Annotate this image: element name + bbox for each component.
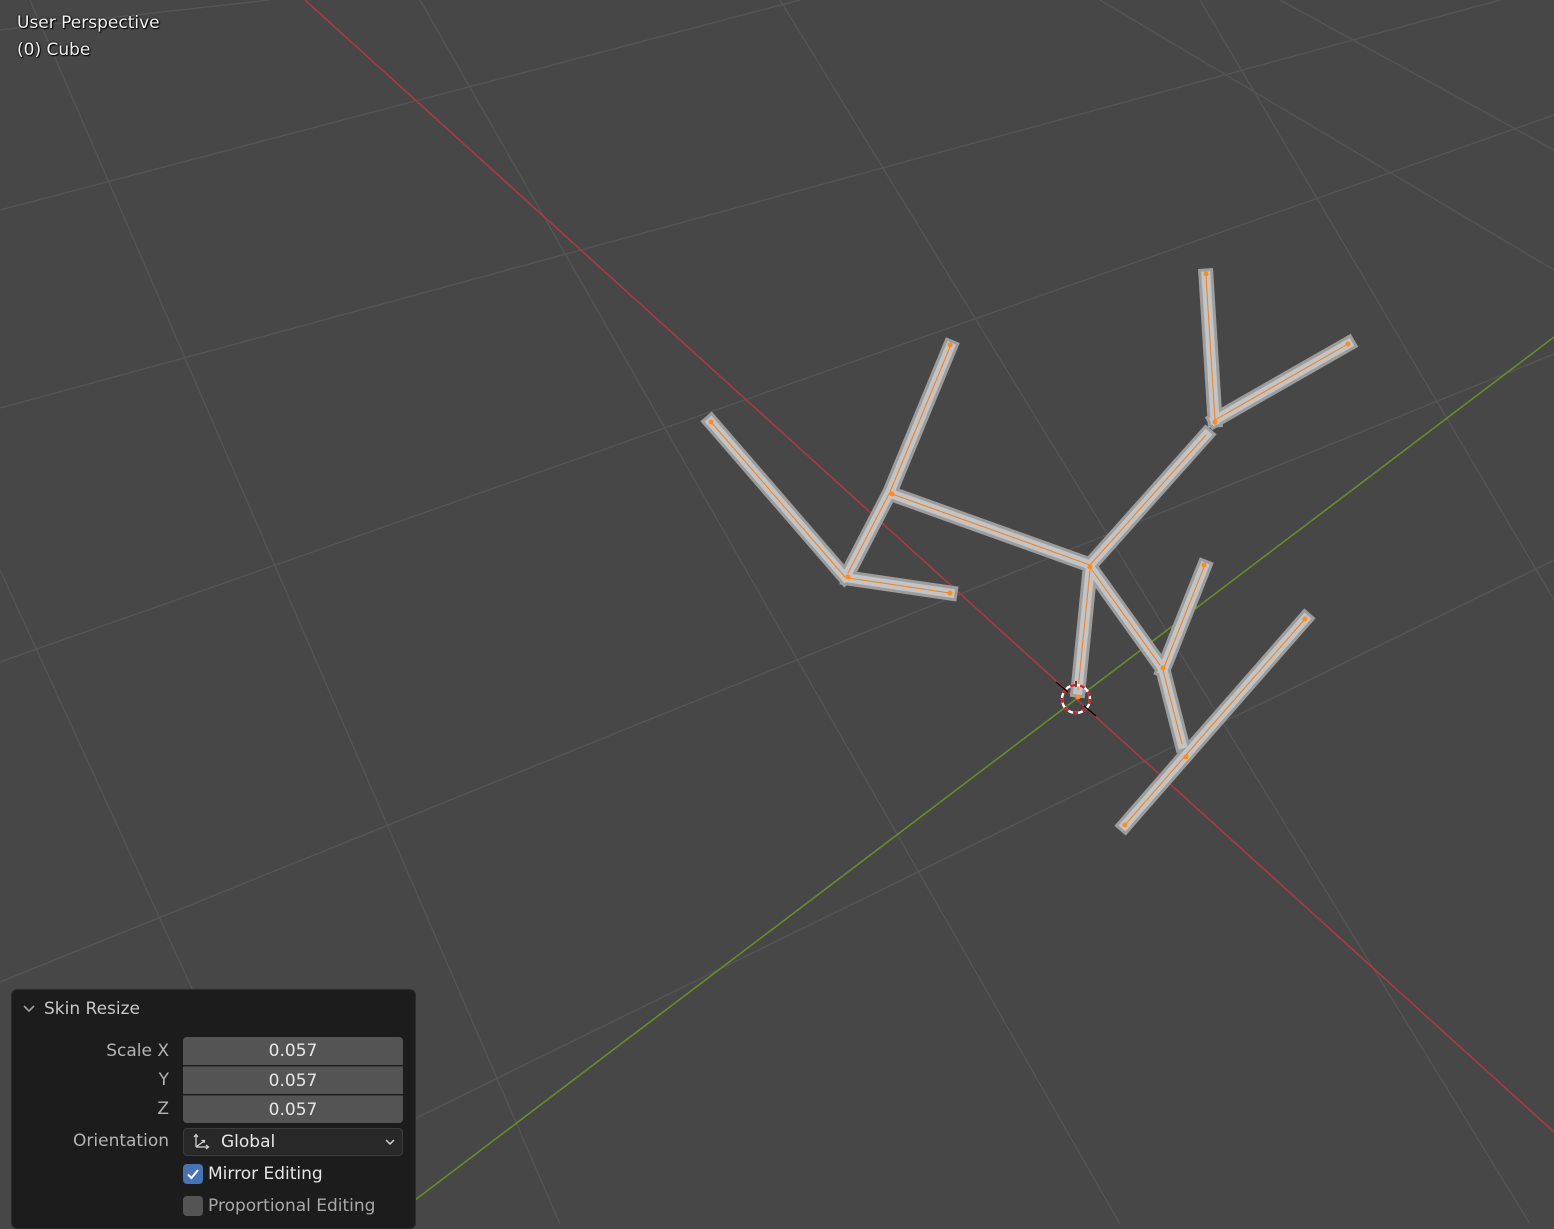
proportional-editing-toggle[interactable]: Proportional Editing [183, 1196, 375, 1216]
scale-y-label: Y [158, 1070, 169, 1090]
scale-x-label: Scale X [106, 1041, 169, 1061]
scale-x-field[interactable]: 0.057 [183, 1037, 403, 1065]
view-name-label: User Perspective [17, 13, 160, 33]
scale-z-field[interactable]: 0.057 [183, 1095, 403, 1123]
skin-mesh[interactable] [700, 268, 1359, 836]
orientation-axes-icon [193, 1133, 210, 1150]
orientation-value: Global [221, 1132, 276, 1152]
checkmark-icon [187, 1169, 199, 1180]
mirror-editing-toggle[interactable]: Mirror Editing [183, 1164, 323, 1184]
operator-panel: Skin Resize Scale X 0.057 Y 0.057 Z 0.05… [11, 989, 416, 1229]
panel-header[interactable]: Skin Resize [22, 998, 140, 1020]
x-axis-line [304, 0, 1554, 1133]
proportional-editing-label: Proportional Editing [208, 1196, 376, 1216]
proportional-editing-checkbox[interactable] [183, 1196, 203, 1216]
object-info-label: (0) Cube [17, 40, 91, 60]
scale-z-label: Z [157, 1099, 169, 1119]
orientation-dropdown[interactable]: Global [183, 1128, 403, 1156]
panel-title: Skin Resize [44, 999, 141, 1019]
mirror-editing-checkbox[interactable] [183, 1164, 203, 1184]
orientation-label: Orientation [73, 1131, 169, 1151]
chevron-down-icon[interactable] [22, 1002, 36, 1016]
scale-y-field[interactable]: 0.057 [183, 1066, 403, 1094]
y-axis-line [414, 336, 1554, 1201]
dropdown-arrow-icon [385, 1139, 395, 1146]
mirror-editing-label: Mirror Editing [208, 1164, 323, 1184]
